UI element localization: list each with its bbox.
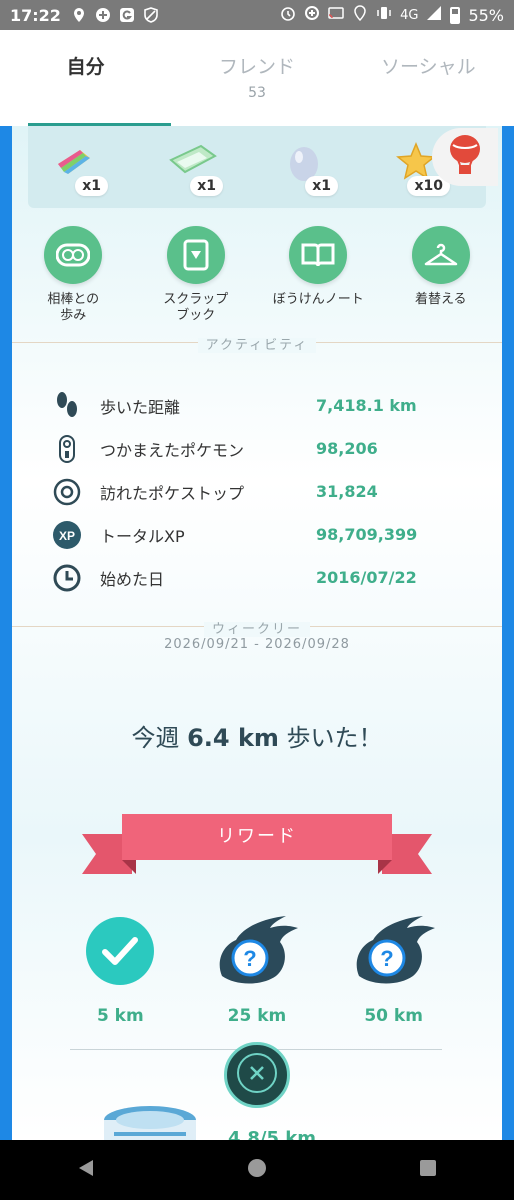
change-clothes-button[interactable]: 着替える [386,226,496,324]
incubator-progress: 4.8/5 km [228,1128,316,1140]
reward-distance: 5 km [96,1006,144,1026]
weekly-distance-title: 今週 6.4 km 歩いた！ [131,724,383,752]
vibrate-icon [376,5,392,25]
item-qty: x1 [75,176,108,196]
footsteps-icon [52,391,82,421]
scrapbook-label: スクラップ ブック [163,292,229,323]
tab-friends-label: フレンド [218,56,295,78]
battery-icon [450,6,461,24]
network-type: 4G [400,7,419,23]
gps-icon [352,5,368,25]
stat-label: 始めた日 [100,569,165,589]
item-qty: x1 [190,176,223,196]
change-clothes-label: 着替える [414,292,467,307]
app-g-icon [119,7,135,23]
weekly-rewards: 5 km ? 25 km ? 50 km [12,906,502,1026]
activity-stats: 歩いた距離 7,418.1 km つかまえたポケモン 98,206 訪れたポケス… [52,384,472,599]
status-time: 17:22 [10,5,61,25]
item-qty: x1 [305,176,338,196]
close-icon [235,1051,279,1099]
gamepad-icon [95,7,111,23]
shop-button[interactable] [432,128,498,186]
scrapbook-icon [166,226,225,284]
alarm-icon [280,5,296,25]
svg-text:XP: XP [59,529,75,543]
tab-me-label: 自分 [66,56,105,78]
item-egg[interactable]: x1 [278,140,340,196]
item-bar: x1 x1 x1 x10 [28,126,498,208]
journal-button[interactable]: ぼうけんノート [263,226,373,324]
mystery-reward-icon: ? [212,906,302,996]
tab-me[interactable]: 自分 [0,30,172,126]
incubator-icon [100,1102,200,1140]
cast-icon [328,5,344,25]
stat-row-start-date: 始めた日 2016/07/22 [52,556,472,599]
android-nav-bar [0,1140,514,1200]
weekly-distance: 6.4 km [187,724,279,752]
back-icon[interactable] [75,1157,97,1183]
pokestop-icon [52,477,82,507]
tab-social[interactable]: ソーシャル [343,30,514,126]
clock-icon [52,563,82,593]
friend-count: 53 [248,85,266,101]
stat-row-pokestops: 訪れたポケストップ 31,824 [52,470,472,513]
stat-row-caught: つかまえたポケモン 98,206 [52,427,472,470]
reward-25km[interactable]: ? 25 km [207,906,307,1026]
reward-label: リワード [217,826,297,847]
stat-value: 2016/07/22 [316,568,417,587]
reward-5km[interactable]: 5 km [70,906,170,1026]
profile-tabs: 自分 フレンド 53 ソーシャル [0,30,514,126]
balloon-icon [446,133,484,181]
stat-value: 31,824 [316,482,378,501]
battery-percent: 55% [468,5,504,25]
activity-header: アクティビティ [12,334,502,353]
buddy-journey-label: 相棒との 歩み [47,292,100,323]
tab-friends[interactable]: フレンド 53 [171,30,342,126]
xp-icon: XP [52,520,82,550]
journal-label: ぼうけんノート [272,292,364,307]
stat-label: 歩いた距離 [100,397,181,417]
svg-text:?: ? [243,946,256,971]
recents-icon[interactable] [417,1157,439,1183]
stat-label: つかまえたポケモン [100,440,245,460]
weekly-date-range: 2026/09/21 - 2026/09/28 [164,637,350,652]
buddy-icon [44,226,103,284]
status-bar: 17:22 4G 55% [0,0,514,30]
scrapbook-button[interactable]: スクラップ ブック [141,226,251,324]
reward-distance: 25 km [227,1006,287,1026]
buddy-journey-button[interactable]: 相棒との 歩み [18,226,128,324]
stat-value: 98,206 [316,439,378,458]
stat-row-distance: 歩いた距離 7,418.1 km [52,384,472,427]
pokedex-icon [52,434,82,464]
stat-label: トータルXP [100,526,185,546]
stat-label: 訪れたポケストップ [100,483,245,503]
signal-icon [426,5,442,25]
weekly-header: ウィークリー [12,618,502,637]
notification-icons [71,7,159,23]
home-icon[interactable] [246,1157,268,1183]
journal-icon [289,226,348,284]
mystery-reward-icon: ? [349,906,439,996]
shield-icon [143,7,159,23]
data-saver-icon [304,5,320,25]
svg-text:?: ? [380,946,393,971]
system-icons: 4G 55% [280,5,504,25]
reward-50km[interactable]: ? 50 km [344,906,444,1026]
item-rainbow-candy[interactable]: x1 [48,140,110,196]
item-ticket[interactable]: x1 [163,140,225,196]
hanger-icon [411,226,470,284]
stat-value: 7,418.1 km [316,396,417,415]
stat-row-xp: XP トータルXP 98,709,399 [52,513,472,556]
location-pin-icon [71,7,87,23]
reward-distance: 50 km [364,1006,423,1026]
close-button[interactable] [224,1042,290,1108]
stat-value: 98,709,399 [316,525,418,544]
action-buttons: 相棒との 歩み スクラップ ブック ぼうけんノート 着替える [12,226,502,324]
checkmark-icon [75,906,165,996]
tab-social-label: ソーシャル [381,56,476,78]
profile-panel[interactable]: x1 x1 x1 x10 相棒との 歩み スクラップ ブック ぼうけんノート 着… [0,126,514,1140]
reward-ribbon: リワード [82,814,432,874]
